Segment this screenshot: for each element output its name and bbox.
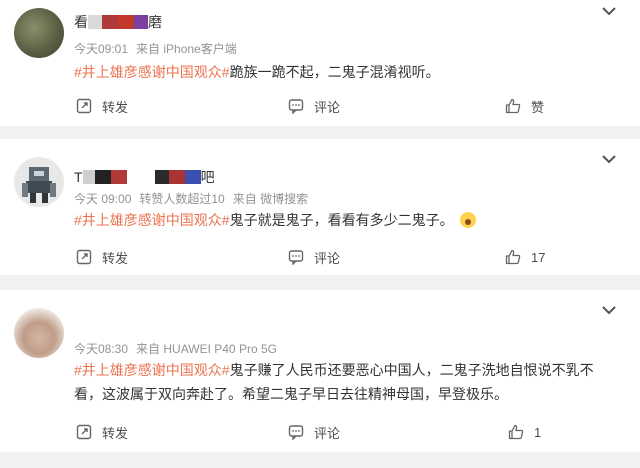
comment-meta: 今天 09:00 转赞人数超过10 来自 微博搜索 xyxy=(74,190,316,207)
like-button[interactable]: 1 xyxy=(508,422,541,442)
repost-label: 转发 xyxy=(102,250,129,266)
avatar[interactable] xyxy=(14,157,64,207)
redaction-block xyxy=(168,170,185,184)
like-count: 17 xyxy=(531,249,546,265)
source: 来自 微博搜索 xyxy=(232,192,309,206)
timestamp: 今天09:01 xyxy=(74,42,129,56)
comment-text: #井上雄彦感谢中国观众#鬼子就是鬼子，看看有多少二鬼子。 xyxy=(74,208,610,232)
repost-icon xyxy=(76,249,92,265)
thumbs-up-icon xyxy=(508,424,524,440)
repost-button[interactable]: 转发 xyxy=(76,422,128,442)
username-fragment: T xyxy=(74,169,83,185)
like-count: 1 xyxy=(534,424,542,440)
action-bar: 转发 评论 赞 xyxy=(0,96,640,116)
comment-label: 评论 xyxy=(314,99,341,115)
like-label: 赞 xyxy=(531,99,545,115)
username-suffix: 吧 xyxy=(200,169,215,185)
comment-body: 鬼子就是鬼子，看看有多少二鬼子。 xyxy=(229,212,454,228)
comment-button[interactable]: 评论 xyxy=(288,422,340,442)
chevron-down-icon[interactable] xyxy=(602,154,616,164)
username-suffix: 磨 xyxy=(148,14,162,30)
comment-icon xyxy=(288,250,304,265)
action-bar: 转发 评论 17 xyxy=(0,247,640,267)
thumbs-up-icon xyxy=(505,249,521,265)
repost-label: 转发 xyxy=(102,99,129,115)
redaction-block xyxy=(88,15,102,29)
username[interactable]: 看 磨 xyxy=(74,13,162,31)
redaction-block xyxy=(154,170,169,184)
action-bar: 转发 评论 1 xyxy=(0,422,640,442)
repost-icon xyxy=(76,424,92,440)
comment-meta: 今天09:01 来自 iPhone客户端 xyxy=(74,40,245,57)
redaction-block xyxy=(118,15,134,29)
chevron-down-icon[interactable] xyxy=(602,305,616,315)
comment-button[interactable]: 评论 xyxy=(288,96,340,116)
comment-label: 评论 xyxy=(314,425,341,441)
comment-icon xyxy=(288,99,304,114)
surprised-emoji-icon xyxy=(459,212,476,228)
comment-text: #井上雄彦感谢中国观众#鬼子赚了人民币还要恶心中国人，二鬼子洗地自恨说不乳不看，… xyxy=(74,358,610,406)
repost-button[interactable]: 转发 xyxy=(76,247,128,267)
repost-button[interactable]: 转发 xyxy=(76,96,128,116)
hashtag-link[interactable]: #井上雄彦感谢中国观众# xyxy=(74,212,230,228)
username-fragment: 看 xyxy=(74,14,88,30)
avatar[interactable] xyxy=(14,308,64,358)
redaction-block xyxy=(102,15,118,29)
source: 来自 HUAWEI P40 Pro 5G xyxy=(136,342,277,356)
username[interactable]: T 吧 xyxy=(74,168,215,186)
chevron-down-icon[interactable] xyxy=(602,6,616,16)
comment-label: 评论 xyxy=(314,250,341,266)
hashtag-link[interactable]: #井上雄彦感谢中国观众# xyxy=(74,362,230,378)
timestamp: 今天 09:00 xyxy=(74,192,132,206)
redaction-block xyxy=(184,170,201,184)
badge-text: 转赞人数超过10 xyxy=(139,192,225,206)
repost-icon xyxy=(76,98,92,114)
thumbs-up-icon xyxy=(505,98,521,114)
comment-icon xyxy=(288,425,304,440)
comment-text: #井上雄彦感谢中国观众#跪族一跪不起，二鬼子混淆视听。 xyxy=(74,60,610,84)
like-button[interactable]: 赞 xyxy=(505,96,544,116)
repost-label: 转发 xyxy=(102,425,129,441)
comment-meta: 今天08:30 来自 HUAWEI P40 Pro 5G xyxy=(74,340,285,357)
comment-card: 看 磨 今天09:01 来自 iPhone客户端 #井上雄彦感谢中国观众#跪族一跪… xyxy=(0,0,640,126)
redaction-block xyxy=(82,170,95,184)
robot-avatar-icon xyxy=(22,167,56,203)
redaction-gap xyxy=(127,170,155,184)
timestamp: 今天08:30 xyxy=(74,342,129,356)
redaction-block xyxy=(94,170,111,184)
hashtag-link[interactable]: #井上雄彦感谢中国观众# xyxy=(74,64,230,80)
redaction-block xyxy=(134,15,148,29)
like-button[interactable]: 17 xyxy=(505,247,545,267)
source: 来自 iPhone客户端 xyxy=(136,42,237,56)
redaction-block xyxy=(110,170,127,184)
comment-button[interactable]: 评论 xyxy=(288,247,340,267)
comment-body: 跪族一跪不起，二鬼子混淆视听。 xyxy=(229,64,440,80)
avatar[interactable] xyxy=(14,8,64,58)
